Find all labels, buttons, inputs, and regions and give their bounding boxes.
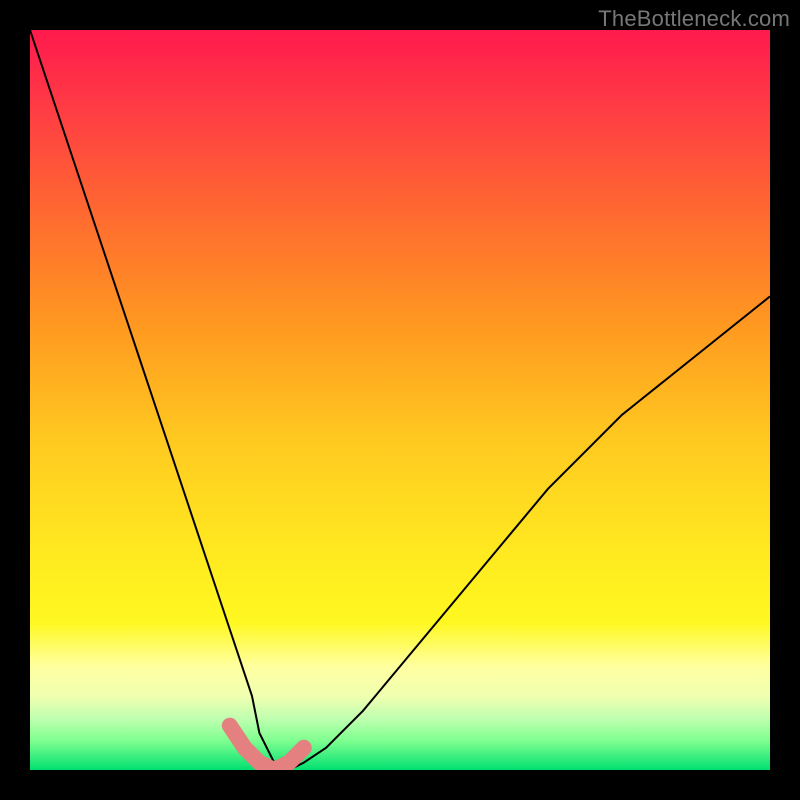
- curve-overlay: [30, 30, 770, 770]
- outer-frame: TheBottleneck.com: [0, 0, 800, 800]
- plot-area: [30, 30, 770, 770]
- bottleneck-curve-path: [30, 30, 770, 770]
- watermark-text: TheBottleneck.com: [598, 6, 790, 32]
